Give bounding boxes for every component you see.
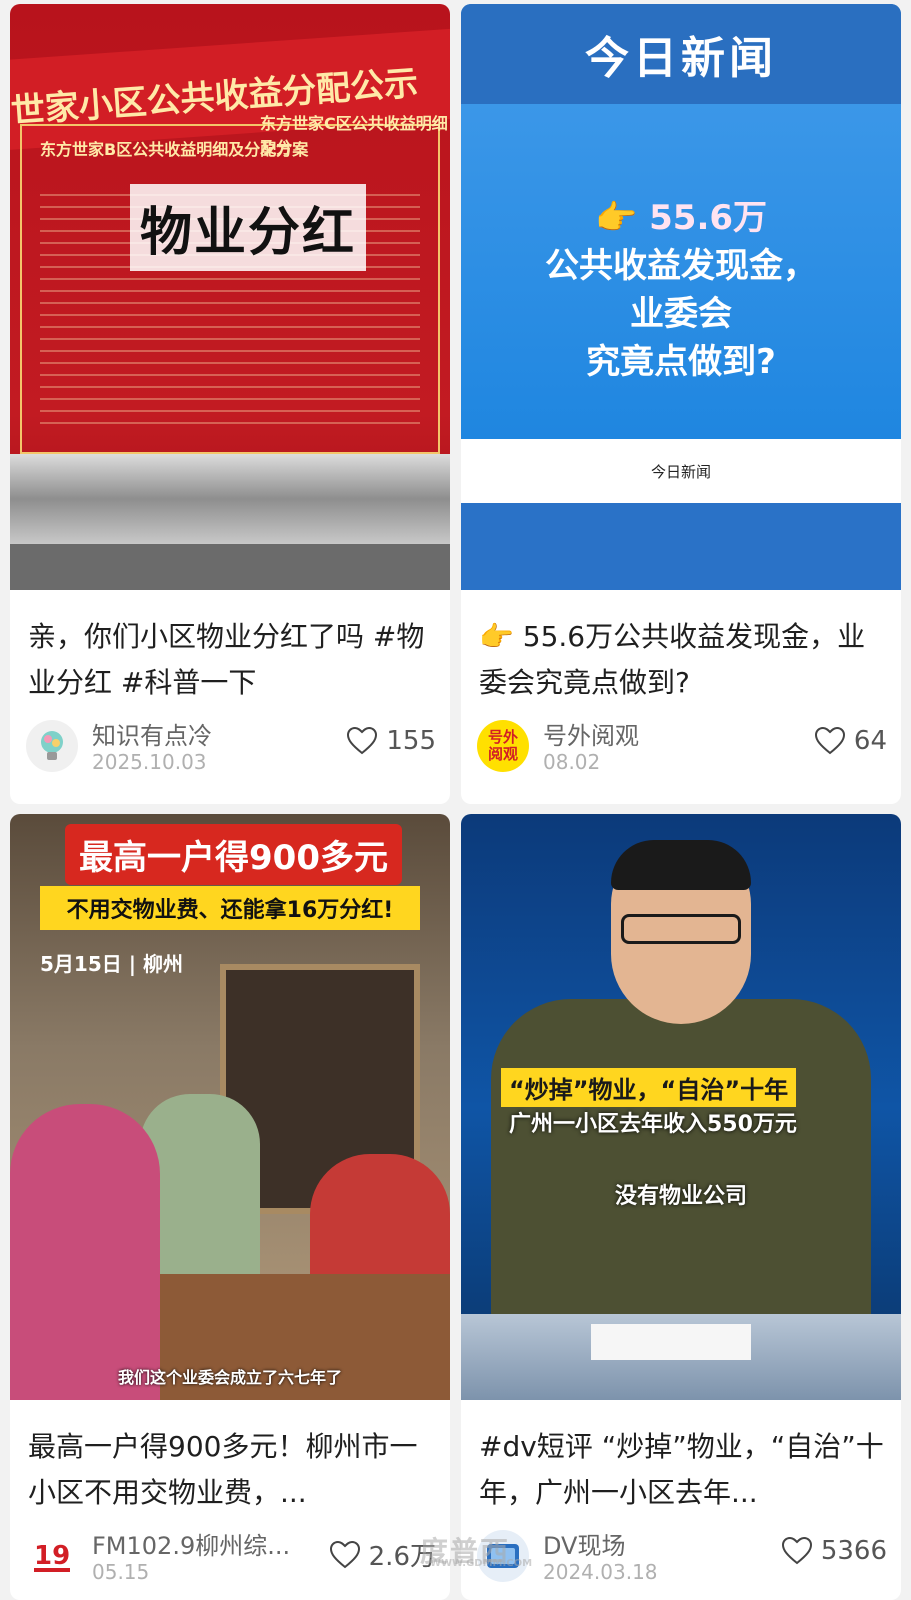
avatar-text: 号外阅观 (487, 728, 518, 763)
board-frame (10, 454, 450, 544)
author-row: 19 FM102.9柳州综... 05.15 2.6万 (26, 1526, 436, 1586)
like-count: 5366 (820, 1536, 887, 1566)
thumbnail-line: 公共收益发现金， (545, 246, 817, 286)
lightbulb-icon (41, 731, 63, 760)
author-row: DV现场 2024.03.18 5366 (477, 1526, 887, 1586)
note-card[interactable]: 今日新闻 👉 55.6万 公共收益发现金， 业委会 究竟点做到? 今日新闻 👉 … (461, 4, 901, 804)
note-feed: 世家小区公共收益分配公示 东方世家B区公共收益明细及分配方案 东方世家C区公共收… (0, 0, 911, 1600)
thumbnail-line: 业委会 (630, 294, 732, 334)
like-button[interactable]: 64 (814, 726, 887, 756)
thumbnail-header: 今日新闻 (461, 4, 901, 104)
like-button[interactable]: 5366 (781, 1536, 887, 1566)
heart-icon (781, 1536, 812, 1565)
post-date: 2025.10.03 (92, 750, 207, 774)
thumbnail-caption: 广州一小区去年收入550万元 (509, 1112, 797, 1137)
like-button[interactable]: 155 (346, 726, 436, 756)
watermark: 度普西 WWW.GDMM.COM (420, 1530, 532, 1570)
author-row: 号外阅观 号外阅观 08.02 64 (477, 716, 887, 776)
thumbnail-subline: 不用交物业费、还能拿16万分红! (40, 886, 420, 930)
thumbnail-line: 👉 55.6万 (594, 198, 768, 238)
note-title[interactable]: 亲，你们小区物业分红了吗 #物业分红 #科普一下 (28, 614, 434, 706)
note-thumbnail[interactable]: 世家小区公共收益分配公示 东方世家B区公共收益明细及分配方案 东方世家C区公共收… (10, 4, 450, 590)
watermark-url: WWW.GDMM.COM (430, 1558, 533, 1569)
like-count: 64 (853, 726, 887, 756)
note-card[interactable]: 最高一户得900多元 不用交物业费、还能拿16万分红! 5月15日 | 柳州 我… (10, 814, 450, 1600)
paper (591, 1324, 751, 1360)
thumbnail-bottom-band (461, 503, 901, 590)
glasses (621, 914, 741, 944)
note-thumbnail[interactable]: 今日新闻 👉 55.6万 公共收益发现金， 业委会 究竟点做到? 今日新闻 (461, 4, 901, 590)
svg-text:19: 19 (34, 1541, 70, 1571)
thumbnail-caption: “炒掉”物业，“自治”十年 (501, 1068, 797, 1107)
note-title[interactable]: #dv短评 “炒掉”物业，“自治”十年，广州一小区去年... (479, 1424, 885, 1516)
thumbnail-overlay-text: 物业分红 (130, 184, 367, 271)
thumbnail-caption: 没有物业公司 (614, 1184, 747, 1209)
author-name[interactable]: 号外阅观 (543, 716, 639, 751)
avatar[interactable]: 号外阅观 (477, 720, 529, 772)
person (10, 1104, 160, 1400)
note-card[interactable]: 世家小区公共收益分配公示 东方世家B区公共收益明细及分配方案 东方世家C区公共收… (10, 4, 450, 804)
thumbnail-subtitle-right: 东方世家C区公共收益明细及分 (260, 114, 448, 157)
author-name[interactable]: 知识有点冷 (92, 716, 212, 751)
author-name[interactable]: FM102.9柳州综... (92, 1526, 290, 1561)
note-title[interactable]: 最高一户得900多元！柳州市一小区不用交物业费，... (28, 1424, 434, 1516)
thumbnail-headline: 最高一户得900多元 (65, 824, 402, 885)
heart-icon (347, 726, 378, 755)
like-count: 155 (386, 726, 436, 756)
thumbnail-line: 究竟点做到? (586, 342, 776, 382)
note-thumbnail[interactable]: 最高一户得900多元 不用交物业费、还能拿16万分红! 5月15日 | 柳州 我… (10, 814, 450, 1400)
author-name[interactable]: DV现场 (543, 1526, 625, 1561)
thumbnail-headline: 👉 55.6万 公共收益发现金， 业委会 究竟点做到? (461, 194, 901, 386)
anchor-hair (611, 840, 751, 890)
note-thumbnail[interactable]: “炒掉”物业，“自治”十年 广州一小区去年收入550万元 没有物业公司 (461, 814, 901, 1400)
radio-logo-icon: 19 (34, 1541, 70, 1572)
author-row: 知识有点冷 2025.10.03 155 (26, 716, 436, 776)
avatar[interactable]: 19 (26, 1530, 78, 1582)
heart-icon (814, 726, 845, 755)
note-title[interactable]: 👉 55.6万公共收益发现金，业委会究竟点做到? (479, 614, 885, 706)
thumbnail-date-place: 5月15日 | 柳州 (40, 952, 183, 976)
thumbnail-caption: 我们这个业委会成立了六七年了 (117, 1368, 342, 1387)
post-date: 05.15 (92, 1560, 150, 1584)
ground (10, 544, 450, 590)
post-date: 08.02 (543, 750, 601, 774)
post-date: 2024.03.18 (543, 1560, 658, 1584)
heart-icon (329, 1540, 360, 1568)
note-card[interactable]: “炒掉”物业，“自治”十年 广州一小区去年收入550万元 没有物业公司 #dv短… (461, 814, 901, 1600)
thumbnail-footer: 今日新闻 (461, 439, 901, 503)
avatar[interactable] (26, 720, 78, 772)
